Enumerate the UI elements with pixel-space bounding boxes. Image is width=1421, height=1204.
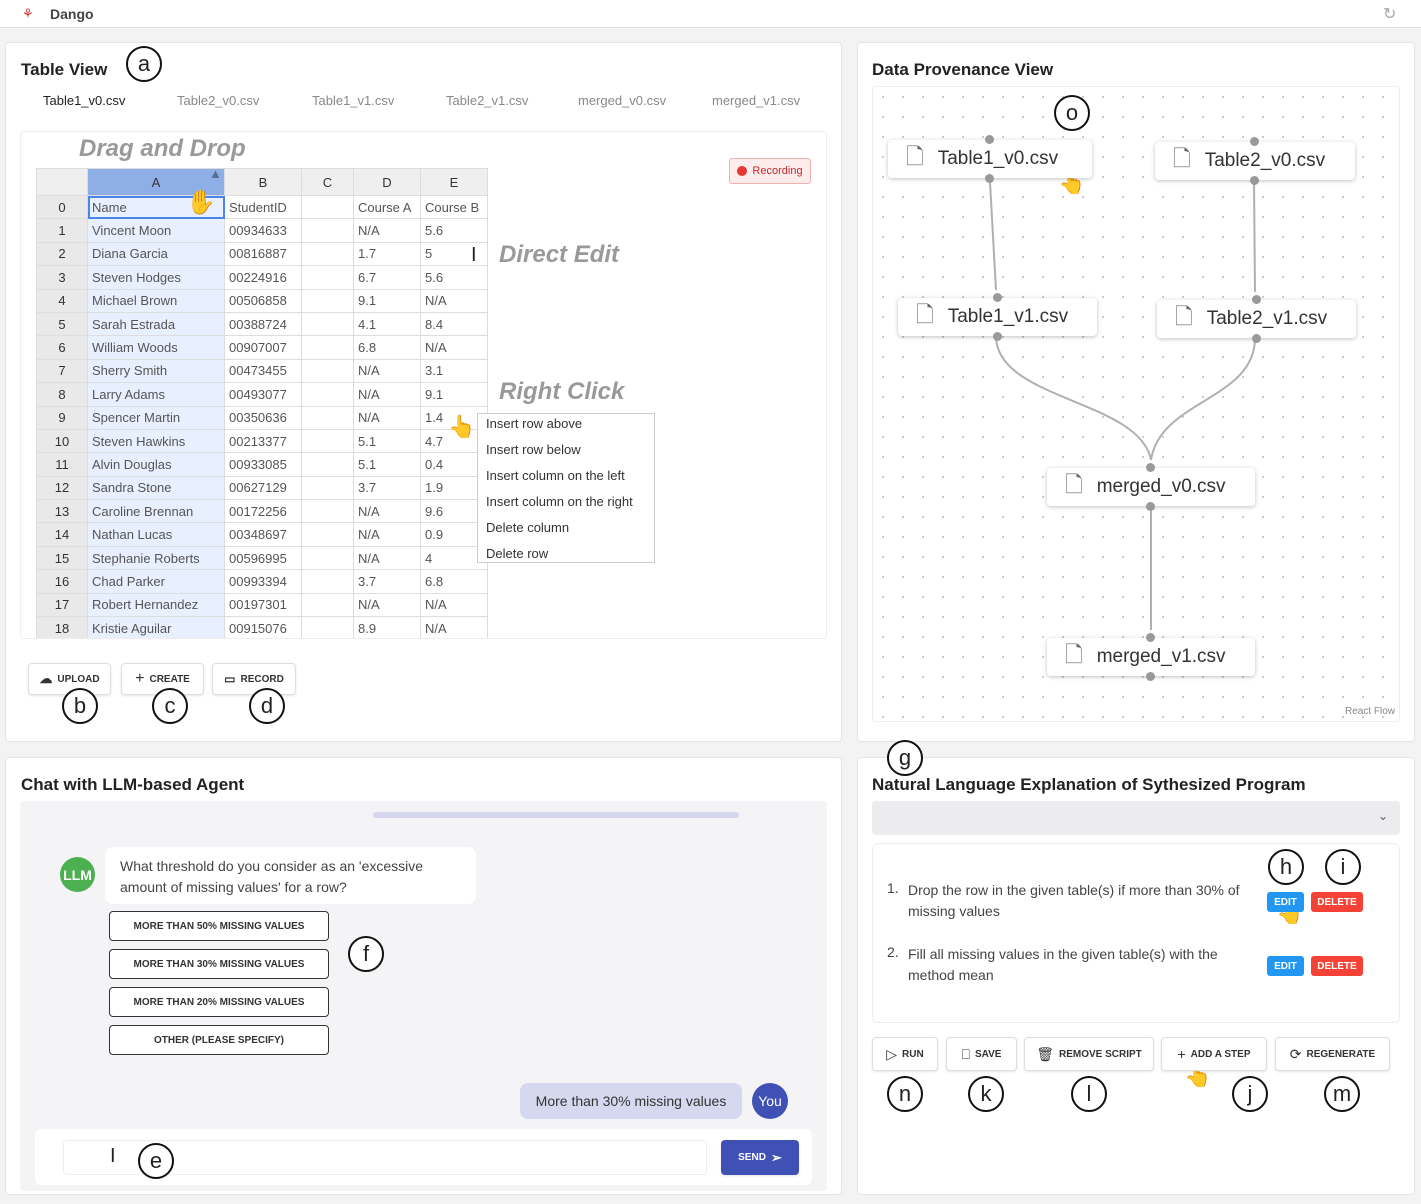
- send-icon: ➢: [770, 1149, 782, 1165]
- tab-file[interactable]: merged_v1.csv: [712, 93, 800, 108]
- provenance-node[interactable]: 🗋 Table1_v0.csv: [888, 140, 1092, 178]
- remove-button[interactable]: 🗑 REMOVE SCRIPT: [1024, 1037, 1154, 1071]
- annotation-label-n: n: [887, 1076, 923, 1112]
- step-text: Drop the row in the given table(s) if mo…: [908, 882, 1240, 919]
- explanation-title: Natural Language Explanation of Sythesiz…: [872, 775, 1306, 794]
- play-icon: ▷: [886, 1045, 898, 1062]
- program-dropdown[interactable]: ⌄: [872, 801, 1400, 835]
- answer-option-button[interactable]: OTHER (PLEASE SPECIFY): [109, 1025, 329, 1055]
- annotation-label-l: l: [1071, 1076, 1107, 1112]
- file-icon: 🗋: [1175, 304, 1193, 329]
- provenance-node[interactable]: 🗋 Table2_v0.csv: [1155, 142, 1355, 180]
- delete-step-button[interactable]: DELETE: [1311, 956, 1363, 976]
- tab-file[interactable]: Table1_v0.csv: [43, 93, 125, 108]
- send-button[interactable]: SEND ➢: [721, 1140, 799, 1175]
- annotation-label-o: o: [1054, 95, 1090, 131]
- node-handle[interactable]: [985, 174, 994, 183]
- trash-icon: 🗑: [1036, 1045, 1054, 1062]
- chevron-down-icon: ⌄: [1377, 809, 1388, 823]
- file-icon: 🗋: [1065, 472, 1083, 497]
- add-button[interactable]: + ADD A STEP: [1161, 1037, 1267, 1071]
- tab-file[interactable]: Table1_v1.csv: [312, 93, 394, 108]
- edge-t1v0-t1v1: [989, 181, 997, 291]
- annotation-label-j: j: [1232, 1076, 1268, 1112]
- llm-message: What threshold do you consider as an 'ex…: [105, 847, 476, 904]
- tab-file[interactable]: merged_v0.csv: [578, 93, 666, 108]
- node-handle[interactable]: [1146, 502, 1155, 511]
- step-number: 1.: [887, 880, 899, 896]
- annotation-label-m: m: [1324, 1076, 1360, 1112]
- plus-icon: +: [1177, 1046, 1186, 1062]
- user-message: More than 30% missing values: [520, 1083, 742, 1119]
- provenance-node[interactable]: 🗋 Table1_v1.csv: [898, 298, 1097, 336]
- tab-file[interactable]: Table2_v1.csv: [446, 93, 528, 108]
- refresh-icon: ⟳: [1289, 1045, 1302, 1062]
- node-handle[interactable]: [992, 332, 1002, 341]
- steps-card: [872, 843, 1400, 1023]
- file-icon: 🗋: [1065, 642, 1083, 667]
- edit-step-button[interactable]: EDIT: [1267, 892, 1304, 912]
- delete-step-button[interactable]: DELETE: [1311, 892, 1363, 912]
- annotation-label-k: k: [968, 1076, 1004, 1112]
- llm-avatar: LLM: [60, 857, 95, 892]
- node-handle[interactable]: [1146, 463, 1155, 472]
- node-handle[interactable]: [1146, 633, 1155, 642]
- tab-file[interactable]: Table2_v0.csv: [177, 93, 259, 108]
- text-cursor-icon: I: [110, 1145, 116, 1167]
- file-icon: 🗋: [906, 144, 924, 169]
- edge-t2v1-merged: [1150, 337, 1256, 461]
- node-handle[interactable]: [985, 135, 994, 144]
- answer-option-button[interactable]: MORE THAN 20% MISSING VALUES: [109, 987, 329, 1017]
- step-number: 2.: [887, 944, 899, 960]
- bookmark-icon: ⎕: [961, 1045, 970, 1062]
- node-handle[interactable]: [1250, 137, 1259, 146]
- annotation-label-c: c: [152, 688, 188, 724]
- react-flow-attribution[interactable]: React Flow: [1345, 706, 1395, 717]
- scroll-indicator: [373, 812, 739, 818]
- annotation-label-e: e: [138, 1143, 174, 1179]
- node-handle[interactable]: [1251, 334, 1261, 343]
- file-icon: 🗋: [916, 302, 934, 327]
- node-handle[interactable]: [992, 293, 1002, 302]
- regenerate-button[interactable]: ⟳ REGENERATE: [1275, 1037, 1390, 1071]
- annotation-label-a: a: [126, 46, 162, 82]
- edit-step-button[interactable]: EDIT: [1267, 956, 1304, 976]
- chat-title: Chat with LLM-based Agent: [21, 775, 245, 794]
- annotation-label-h: h: [1268, 849, 1304, 885]
- run-button[interactable]: ▷ RUN: [872, 1037, 938, 1071]
- answer-option-button[interactable]: MORE THAN 50% MISSING VALUES: [109, 911, 329, 941]
- save-button[interactable]: ⎕ SAVE: [946, 1037, 1017, 1071]
- annotation-label-d: d: [249, 688, 285, 724]
- step-text: Fill all missing values in the given tab…: [908, 946, 1218, 983]
- user-avatar: You: [752, 1083, 788, 1119]
- annotation-label-f: f: [348, 936, 384, 972]
- annotation-label-g: g: [887, 740, 923, 776]
- annotation-label-b: b: [62, 688, 98, 724]
- file-icon: 🗋: [1173, 146, 1191, 171]
- annotation-label-i: i: [1325, 849, 1361, 885]
- edge-t2v0-t2v1: [1253, 181, 1256, 293]
- provenance-node[interactable]: 🗋 merged_v1.csv: [1047, 638, 1255, 676]
- answer-option-button[interactable]: MORE THAN 30% MISSING VALUES: [109, 949, 329, 979]
- edge-t1v1-merged: [995, 335, 1152, 461]
- node-handle[interactable]: [1250, 176, 1259, 185]
- node-handle[interactable]: [1146, 672, 1155, 681]
- node-handle[interactable]: [1251, 295, 1261, 304]
- provenance-node[interactable]: 🗋 Table2_v1.csv: [1157, 300, 1356, 338]
- provenance-node[interactable]: 🗋 merged_v0.csv: [1047, 468, 1255, 506]
